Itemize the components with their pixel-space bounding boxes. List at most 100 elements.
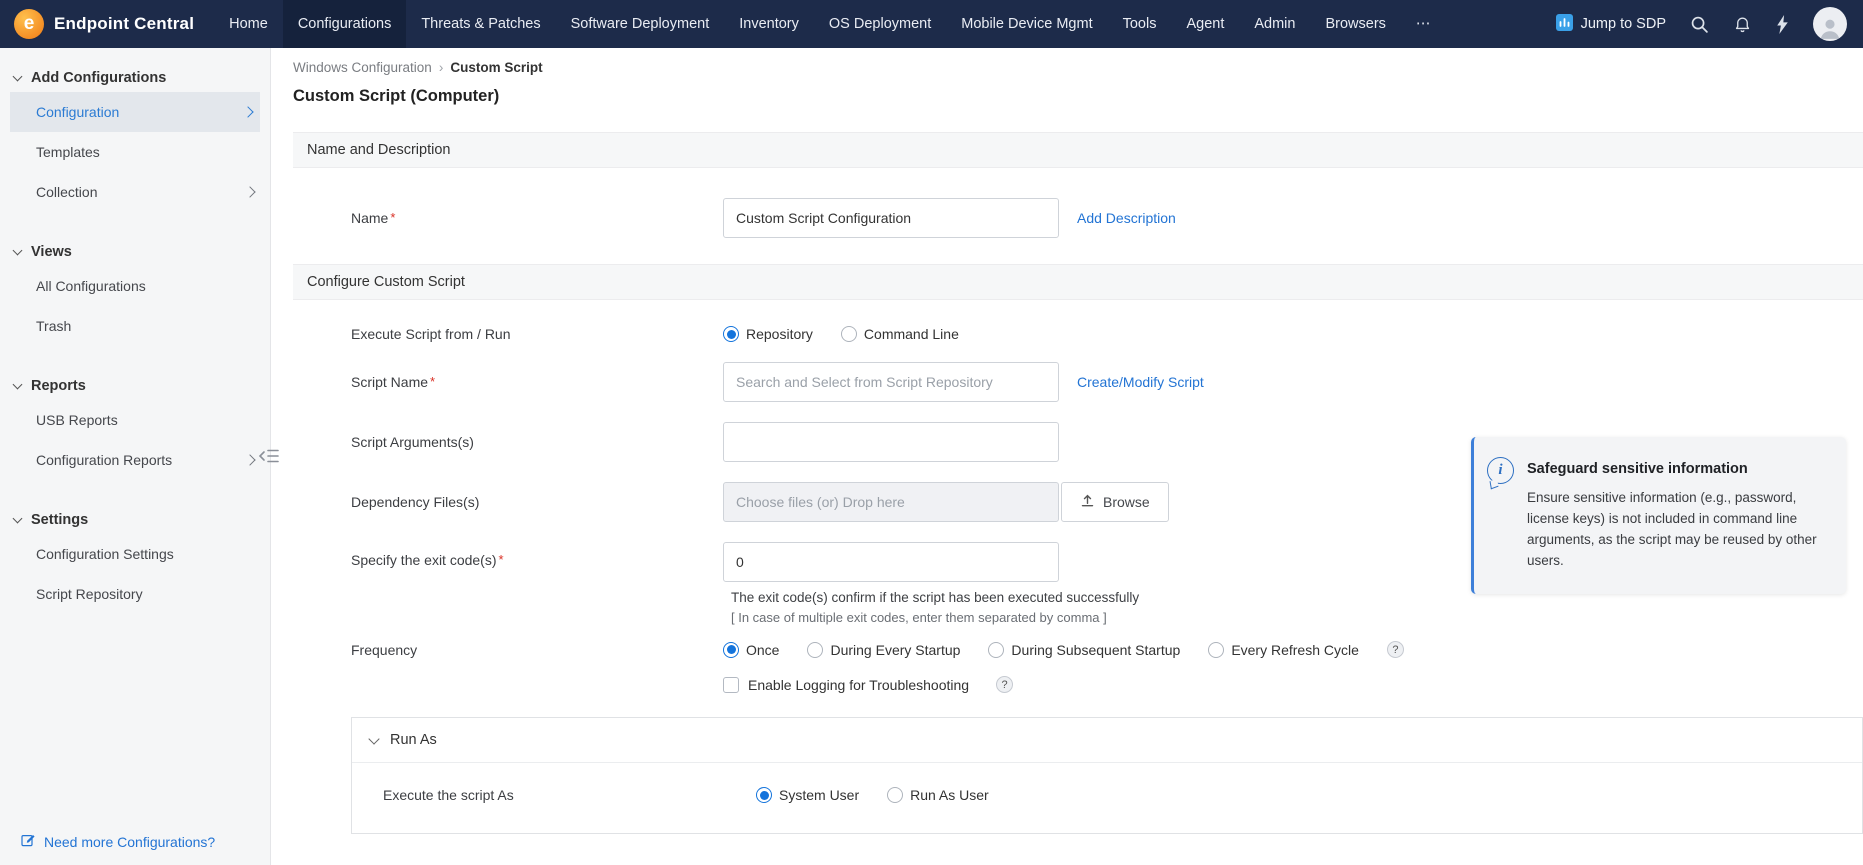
sidebar-item-templates[interactable]: Templates — [0, 132, 270, 172]
nav-threats-patches[interactable]: Threats & Patches — [406, 0, 555, 48]
chevron-down-icon — [13, 246, 23, 256]
nav-software-deployment[interactable]: Software Deployment — [556, 0, 725, 48]
execute-from-radio-group: Repository Command Line — [723, 326, 987, 342]
radio-during-every-startup[interactable]: During Every Startup — [807, 642, 960, 658]
dependency-file-picker: Browse — [723, 482, 1169, 522]
nav-admin[interactable]: Admin — [1239, 0, 1310, 48]
execute-as-radio-group: System User Run As User — [756, 787, 1017, 803]
sidebar-title-reports[interactable]: Reports — [0, 372, 270, 400]
sidebar-item-collection[interactable]: Collection — [0, 172, 270, 212]
jump-to-sdp-label: Jump to SDP — [1581, 16, 1666, 32]
user-avatar[interactable] — [1813, 7, 1847, 41]
sidebar-item-configuration-reports[interactable]: Configuration Reports — [0, 440, 270, 480]
sidebar-item-all-configurations[interactable]: All Configurations — [0, 266, 270, 306]
sidebar-item-script-repository[interactable]: Script Repository — [0, 574, 270, 614]
logging-help-icon[interactable]: ? — [996, 676, 1013, 693]
upload-icon — [1080, 493, 1095, 511]
chevron-down-icon — [13, 514, 23, 524]
nav-more-menu[interactable]: ⋯ — [1401, 0, 1446, 48]
name-input[interactable] — [723, 198, 1059, 238]
sidebar-item-configuration[interactable]: Configuration — [10, 92, 260, 132]
create-modify-script-link[interactable]: Create/Modify Script — [1077, 374, 1204, 390]
sidebar-item-trash[interactable]: Trash — [0, 306, 270, 346]
endpoint-central-logo-icon: e — [14, 9, 44, 39]
nav-configurations[interactable]: Configurations — [283, 0, 407, 48]
radio-circle — [807, 642, 823, 658]
radio-once[interactable]: Once — [723, 642, 779, 658]
need-more-configurations-link[interactable]: Need more Configurations? — [20, 832, 215, 851]
run-as-header[interactable]: Run As — [352, 718, 1862, 763]
script-name-input[interactable] — [723, 362, 1059, 402]
sidebar-title-label: Reports — [31, 378, 86, 394]
frequency-radio-group: Once During Every Startup During Subsequ… — [723, 641, 1404, 658]
sidebar-item-usb-reports[interactable]: USB Reports — [0, 400, 270, 440]
nav-mobile-device-mgmt[interactable]: Mobile Device Mgmt — [946, 0, 1107, 48]
radio-circle — [841, 326, 857, 342]
radio-during-subsequent-startup[interactable]: During Subsequent Startup — [988, 642, 1180, 658]
sidebar-title-label: Settings — [31, 512, 88, 528]
nav-tools[interactable]: Tools — [1108, 0, 1172, 48]
radio-circle-checked — [756, 787, 772, 803]
name-label: Name* — [351, 210, 723, 226]
radio-label: Once — [746, 642, 779, 658]
dependency-files-input[interactable] — [723, 482, 1059, 522]
jump-to-sdp[interactable]: Jump to SDP — [1556, 14, 1666, 35]
nav-os-deployment[interactable]: OS Deployment — [814, 0, 946, 48]
required-marker: * — [499, 552, 504, 567]
info-content: Safeguard sensitive information Ensure s… — [1527, 455, 1827, 572]
sidebar-title-views[interactable]: Views — [0, 238, 270, 266]
radio-repository[interactable]: Repository — [723, 326, 813, 342]
sidebar-item-configuration-settings[interactable]: Configuration Settings — [0, 534, 270, 574]
section-header-name-description: Name and Description — [293, 132, 1863, 168]
edit-icon — [20, 832, 36, 851]
sidebar-item-label: Configuration Settings — [36, 546, 174, 562]
radio-label: Command Line — [864, 326, 959, 342]
radio-every-refresh-cycle[interactable]: Every Refresh Cycle — [1208, 642, 1359, 658]
search-icon[interactable] — [1690, 15, 1709, 34]
run-as-title: Run As — [390, 732, 437, 748]
notifications-bell-icon[interactable] — [1733, 15, 1752, 34]
nav-inventory[interactable]: Inventory — [724, 0, 814, 48]
app-title: Endpoint Central — [54, 14, 194, 34]
sidebar-title-label: Views — [31, 244, 72, 260]
chevron-right-icon — [242, 106, 253, 117]
radio-label: During Every Startup — [830, 642, 960, 658]
safeguard-info-box: i Safeguard sensitive information Ensure… — [1471, 437, 1846, 594]
execute-as-label: Execute the script As — [383, 787, 756, 803]
breadcrumb-current: Custom Script — [450, 60, 542, 75]
sidebar-title-settings[interactable]: Settings — [0, 506, 270, 534]
nav-browsers[interactable]: Browsers — [1310, 0, 1400, 48]
radio-circle-checked — [723, 326, 739, 342]
radio-run-as-user[interactable]: Run As User — [887, 787, 989, 803]
sdp-icon — [1556, 14, 1573, 35]
script-arguments-input[interactable] — [723, 422, 1059, 462]
frequency-help-icon[interactable]: ? — [1387, 641, 1404, 658]
exit-code-field-group: The exit code(s) confirm if the script h… — [723, 542, 1139, 625]
browse-button[interactable]: Browse — [1061, 482, 1169, 522]
radio-command-line[interactable]: Command Line — [841, 326, 959, 342]
topbar-right-cluster: Jump to SDP — [1556, 7, 1863, 41]
exit-code-input[interactable] — [723, 542, 1059, 582]
main-nav: Home Configurations Threats & Patches So… — [214, 0, 1445, 48]
sidebar-section-reports: Reports USB Reports Configuration Report… — [0, 372, 270, 480]
brand: e Endpoint Central — [0, 9, 214, 39]
sidebar-collapse-icon[interactable] — [258, 448, 280, 469]
radio-circle — [1208, 642, 1224, 658]
logging-row: Enable Logging for Troubleshooting ? — [271, 676, 1863, 693]
add-description-link[interactable]: Add Description — [1077, 210, 1176, 226]
execute-as-row: Execute the script As System User Run As… — [352, 763, 1862, 833]
logging-checkbox[interactable] — [723, 677, 739, 693]
name-row: Name* Add Description — [271, 198, 1863, 238]
sidebar-title-add-configurations[interactable]: Add Configurations — [0, 64, 270, 92]
radio-system-user[interactable]: System User — [756, 787, 859, 803]
breadcrumb-parent[interactable]: Windows Configuration — [293, 60, 432, 75]
nav-home[interactable]: Home — [214, 0, 283, 48]
need-more-configurations-label: Need more Configurations? — [44, 834, 215, 850]
sidebar-title-label: Add Configurations — [31, 70, 166, 86]
quick-actions-bolt-icon[interactable] — [1776, 15, 1789, 34]
breadcrumb-separator: › — [439, 60, 444, 75]
exit-code-note-secondary: [ In case of multiple exit codes, enter … — [731, 610, 1139, 625]
nav-agent[interactable]: Agent — [1171, 0, 1239, 48]
sidebar-item-label: Configuration — [36, 104, 119, 120]
script-arguments-label: Script Arguments(s) — [351, 434, 723, 450]
